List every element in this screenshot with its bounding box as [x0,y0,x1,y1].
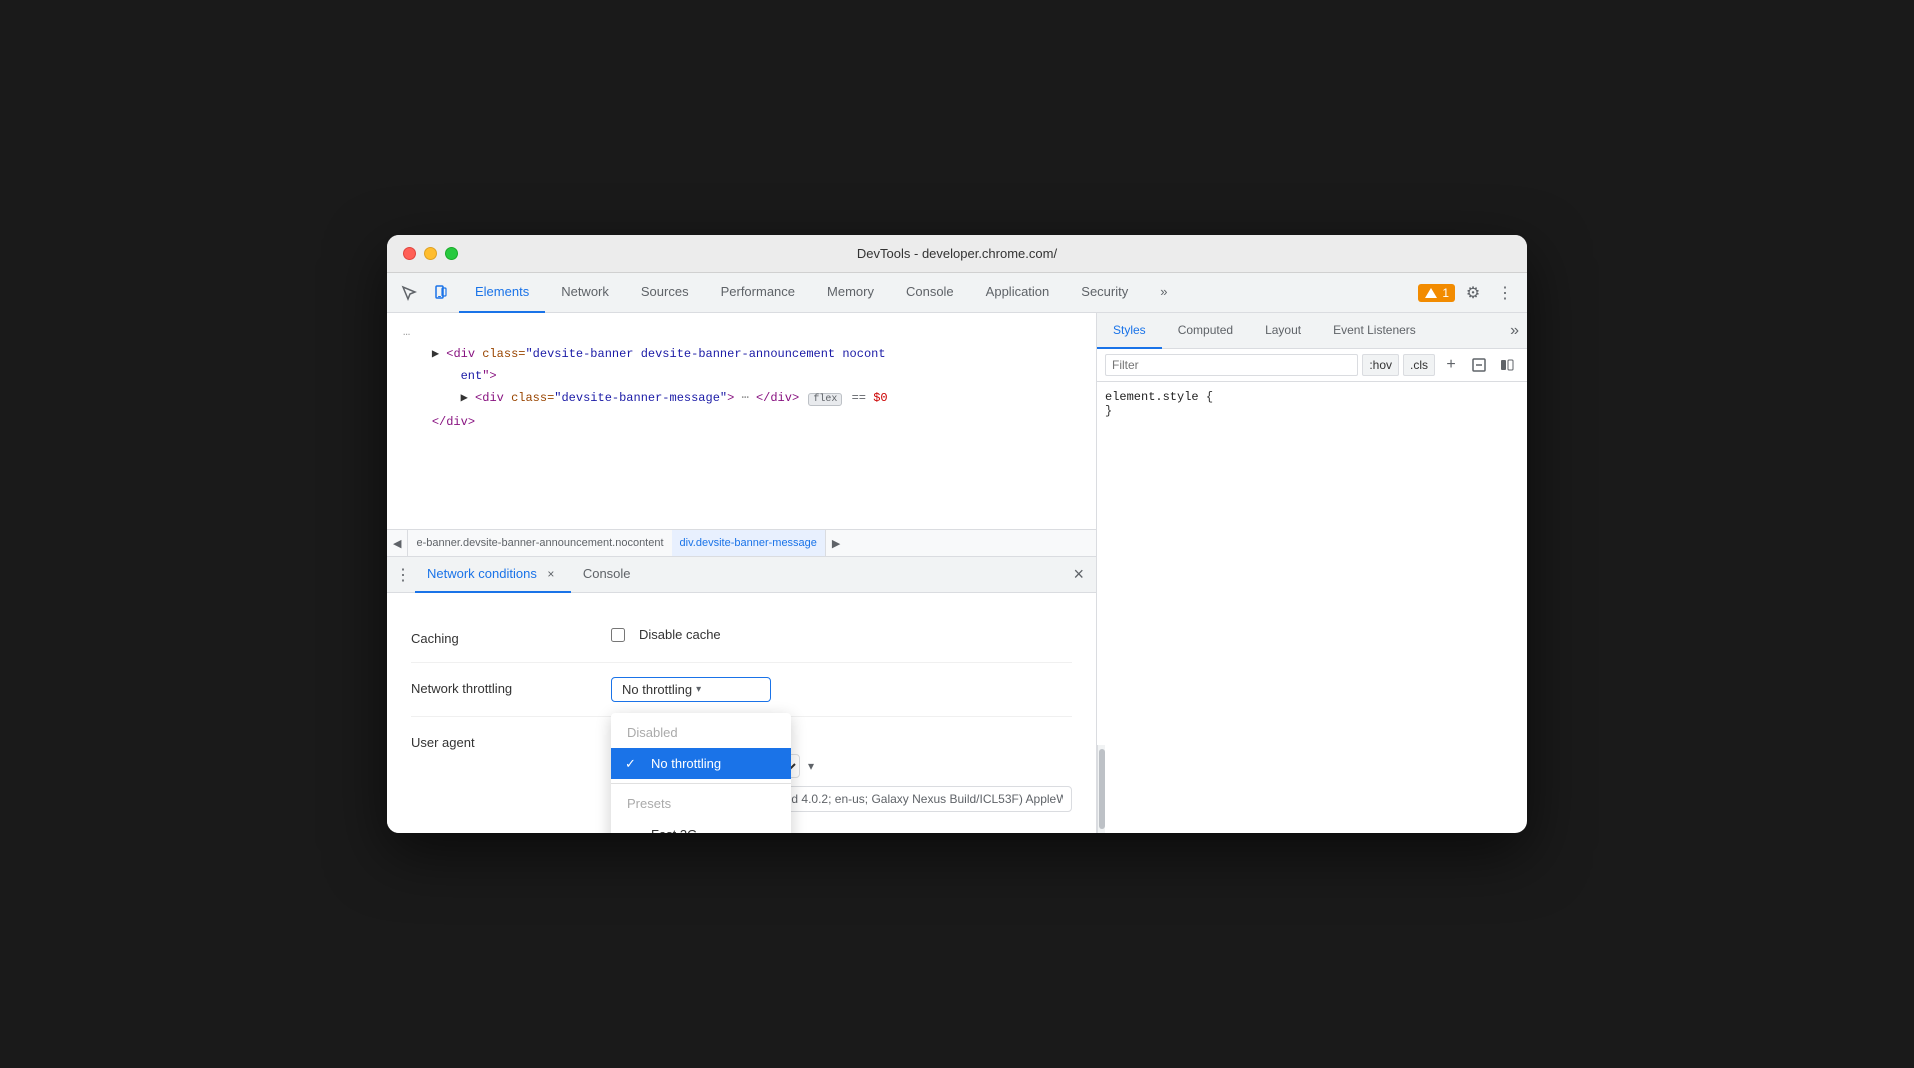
styles-filter-input[interactable] [1105,354,1358,376]
settings-button[interactable]: ⚙ [1459,279,1487,307]
throttle-selected-label: No throttling [622,682,692,697]
breadcrumb-bar: ◀ e-banner.devsite-banner-announcement.n… [387,529,1096,557]
tab-elements[interactable]: Elements [459,273,545,313]
network-throttling-row: Network throttling No throttling ▾ [411,663,1072,717]
tab-computed[interactable]: Computed [1162,313,1249,349]
cls-button[interactable]: .cls [1403,354,1435,376]
hov-button[interactable]: :hov [1362,354,1399,376]
dom-view: … ▶ <div class="devsite-banner devsite-b… [387,313,1096,529]
dom-line-2[interactable]: ▶ <div class="devsite-banner devsite-ban… [387,343,1096,365]
ua-arrow: ▾ [808,759,814,773]
close-button[interactable] [403,247,416,260]
window-title: DevTools - developer.chrome.com/ [857,246,1057,261]
minimize-button[interactable] [424,247,437,260]
dropdown-label-presets: Presets [627,796,671,811]
content-area: … ▶ <div class="devsite-banner devsite-b… [387,313,1527,833]
dropdown-item-presets-header: Presets [611,788,791,819]
more-options-button[interactable]: ⋮ [1491,279,1519,307]
caching-checkbox[interactable] [611,628,625,642]
tab-network-conditions-close[interactable]: × [543,566,559,582]
panel-close-button[interactable]: × [1065,557,1092,592]
dropdown-label-no-throttling: No throttling [651,756,721,771]
right-panel: Styles Computed Layout Event Listeners »… [1097,313,1527,833]
tab-event-listeners[interactable]: Event Listeners [1317,313,1432,349]
title-bar: DevTools - developer.chrome.com/ [387,235,1527,273]
notification-count: 1 [1442,286,1449,300]
toggle-sidebar-icon[interactable] [1495,353,1519,377]
dom-line-4[interactable]: ▶ <div class="devsite-banner-message"> ⋯… [387,387,1096,411]
network-throttling-label: Network throttling [411,677,611,696]
user-agent-label: User agent [411,731,611,750]
throttle-dropdown-button[interactable]: No throttling ▾ [611,677,771,702]
throttle-dropdown-wrapper: No throttling ▾ Disabled ✓ [611,677,771,702]
tab-more[interactable]: » [1144,273,1183,313]
throttle-dropdown-arrow: ▾ [696,684,701,695]
new-style-rule-icon[interactable] [1467,353,1491,377]
left-panel: … ▶ <div class="devsite-banner devsite-b… [387,313,1097,833]
tab-network-conditions-label: Network conditions [427,566,537,581]
dropdown-divider-1 [611,783,791,784]
dropdown-item-fast3g[interactable]: Fast 3G [611,819,791,833]
main-tab-list: Elements Network Sources Performance Mem… [459,273,1414,313]
styles-content: element.style { } [1097,382,1527,745]
caching-label: Caching [411,627,611,646]
tab-layout[interactable]: Layout [1249,313,1317,349]
notification-badge[interactable]: 1 [1418,284,1455,302]
styles-filter-bar: :hov .cls + [1097,349,1527,382]
breadcrumb-left-arrow[interactable]: ◀ [387,530,408,556]
checkmark-icon: ✓ [625,756,636,772]
styles-tab-bar: Styles Computed Layout Event Listeners » [1097,313,1527,349]
tab-memory[interactable]: Memory [811,273,890,313]
tab-styles[interactable]: Styles [1097,313,1162,349]
network-conditions-panel: Caching Disable cache Network throttling [387,593,1096,833]
tab-application[interactable]: Application [970,273,1066,313]
tab-performance[interactable]: Performance [705,273,811,313]
tab-network[interactable]: Network [545,273,625,313]
dom-line-3: ent"> [387,365,1096,387]
caching-row: Caching Disable cache [411,613,1072,663]
tab-sources[interactable]: Sources [625,273,705,313]
breadcrumb-item-2[interactable]: div.devsite-banner-message [672,530,825,556]
cursor-icon[interactable] [395,279,423,307]
devtools-window: DevTools - developer.chrome.com/ Element… [387,235,1527,833]
dropdown-label-fast3g: Fast 3G [651,827,697,833]
dropdown-item-no-throttling[interactable]: ✓ No throttling [611,748,791,779]
tab-console[interactable]: Console [890,273,970,313]
maximize-button[interactable] [445,247,458,260]
throttle-dropdown-menu: Disabled ✓ No throttling Presets [611,713,791,833]
caching-checkbox-label: Disable cache [639,627,721,642]
tab-security[interactable]: Security [1065,273,1144,313]
breadcrumb-item-1[interactable]: e-banner.devsite-banner-announcement.noc… [408,530,671,556]
device-icon[interactable] [427,279,455,307]
scrollbar-thumb[interactable] [1099,749,1105,829]
tab-network-conditions[interactable]: Network conditions × [415,557,571,593]
tab-console-bottom-label: Console [583,566,631,581]
dom-line-5: </div> [387,411,1096,433]
add-style-icon[interactable]: + [1439,353,1463,377]
style-rule-element: element.style { } [1105,390,1519,418]
main-toolbar: Elements Network Sources Performance Mem… [387,273,1527,313]
network-throttling-content: No throttling ▾ Disabled ✓ [611,677,1072,702]
bottom-tab-menu-button[interactable]: ⋮ [391,563,415,587]
breadcrumb-right-arrow[interactable]: ▶ [825,530,846,556]
toolbar-right: 1 ⚙ ⋮ [1418,279,1519,307]
tab-console-bottom[interactable]: Console [571,557,643,593]
caching-content: Disable cache [611,627,1072,642]
right-scrollbar[interactable] [1097,745,1105,833]
devtools-body: Elements Network Sources Performance Mem… [387,273,1527,833]
dom-line-1: … [387,321,1096,343]
styles-more-tabs[interactable]: » [1502,313,1527,348]
dropdown-item-disabled: Disabled [611,717,791,748]
bottom-tab-bar: ⋮ Network conditions × Console × [387,557,1096,593]
dropdown-label-disabled: Disabled [627,725,678,740]
